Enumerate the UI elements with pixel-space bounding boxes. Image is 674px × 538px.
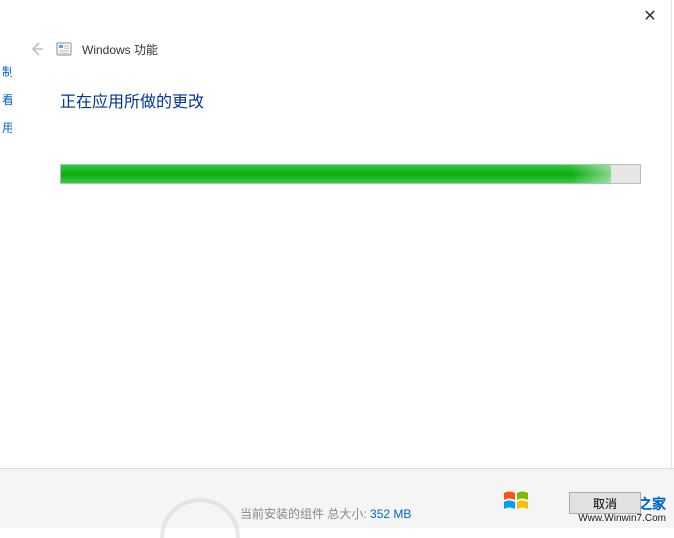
windows-features-icon <box>56 41 72 57</box>
close-button[interactable]: ✕ <box>635 6 665 26</box>
watermark-url: Www.Winwin7.Com <box>578 513 666 524</box>
close-icon: ✕ <box>643 6 656 26</box>
windows-features-dialog: ✕ Windows 功能 正在应用所做的更改 取消 <box>12 0 672 468</box>
dialog-title: Windows 功能 <box>82 41 158 58</box>
back-arrow-icon <box>29 41 45 57</box>
status-label: 当前安装的组件 <box>240 507 324 521</box>
windows-logo-icon <box>502 487 532 520</box>
progress-heading: 正在应用所做的更改 <box>60 88 204 112</box>
disk-arc-graphic <box>160 498 240 538</box>
back-button[interactable] <box>28 40 46 58</box>
install-size-status: 当前安装的组件 总大小: 352 MB <box>240 505 411 522</box>
status-mid: 总大小: <box>327 507 366 521</box>
progress-bar-fill <box>61 165 611 183</box>
dialog-header: Windows 功能 <box>28 40 158 58</box>
cancel-button[interactable]: 取消 <box>569 492 641 514</box>
progress-bar <box>60 164 641 184</box>
status-value: 352 MB <box>370 507 411 521</box>
